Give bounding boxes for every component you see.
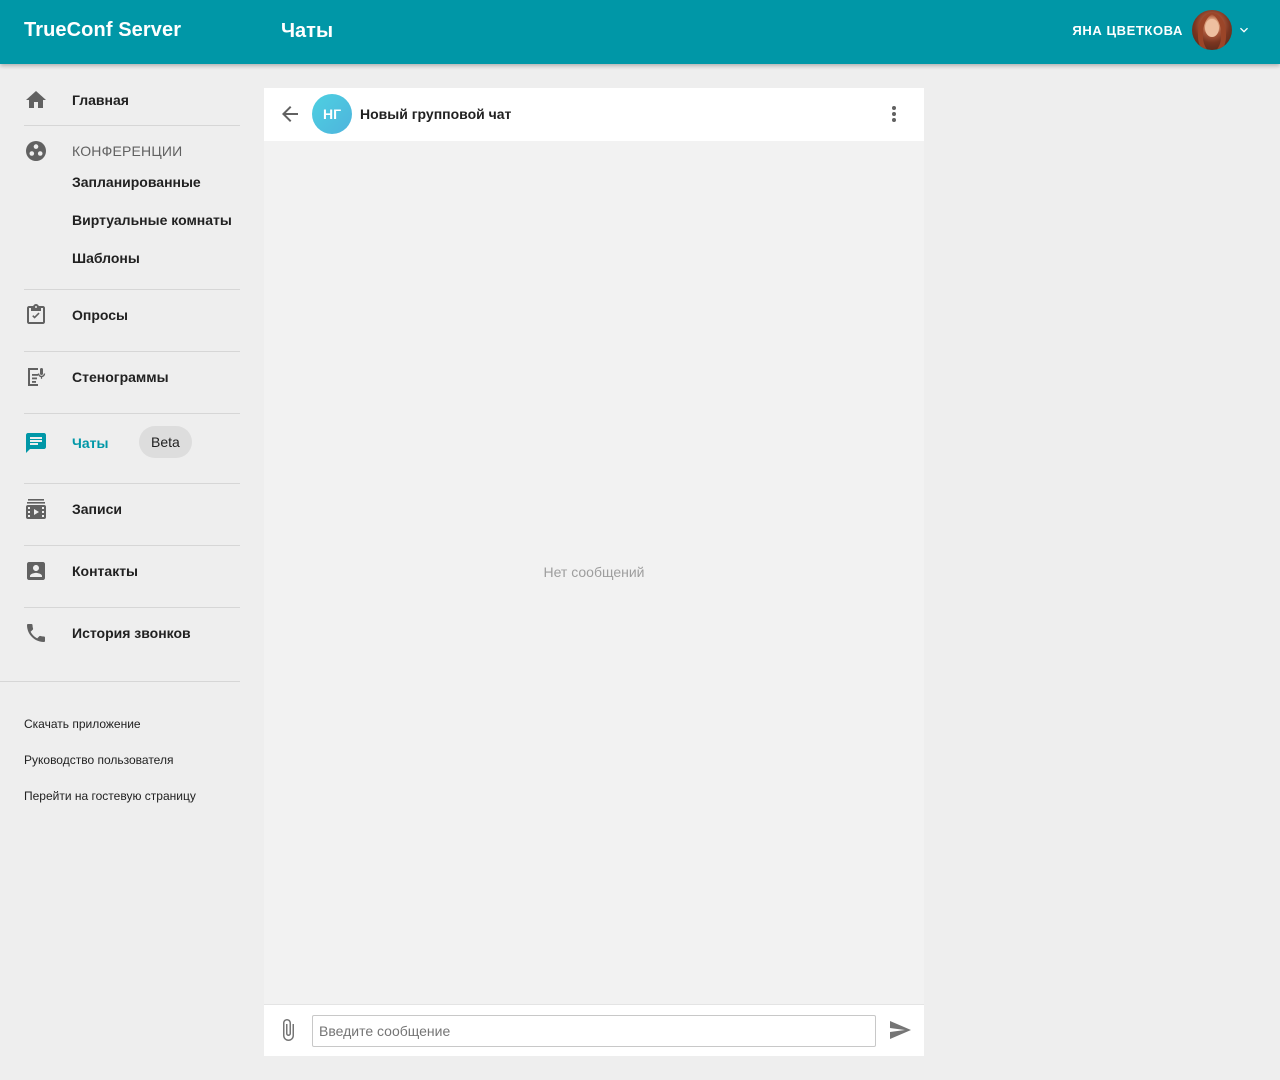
phone-icon [27, 624, 45, 642]
divider [24, 351, 240, 352]
user-guide-link[interactable]: Руководство пользователя [24, 753, 173, 767]
message-input[interactable] [312, 1015, 876, 1047]
guest-page-link[interactable]: Перейти на гостевую страницу [24, 789, 196, 803]
chat-icon [26, 433, 46, 453]
sidebar-item-label: Записи [72, 501, 123, 517]
sidebar-item-label: Контакты [72, 563, 139, 579]
sidebar-item-scheduled[interactable]: Запланированные [72, 174, 201, 190]
sidebar-item-polls[interactable]: Опросы [24, 295, 240, 335]
recordings-icon [26, 499, 46, 519]
user-avatar[interactable] [1192, 10, 1232, 50]
sidebar-item-home[interactable]: Главная [24, 80, 240, 120]
sidebar-item-transcripts[interactable]: Стенограммы [24, 357, 240, 397]
sidebar-item-templates[interactable]: Шаблоны [72, 250, 140, 266]
sidebar-item-contacts[interactable]: Контакты [24, 551, 240, 591]
chat-panel: НГ Новый групповой чат Нет сообщений [264, 88, 924, 1056]
divider [24, 289, 240, 290]
sidebar-item-virtual-rooms[interactable]: Виртуальные комнаты [72, 212, 232, 228]
send-icon[interactable] [888, 1018, 912, 1042]
divider [24, 607, 240, 608]
divider [24, 413, 240, 414]
more-vert-icon[interactable] [882, 102, 906, 126]
sidebar-item-chats[interactable]: Чаты Beta [24, 423, 240, 463]
chat-title: Новый групповой чат [360, 106, 512, 122]
chat-header: НГ Новый групповой чат [264, 88, 924, 141]
app-bar: TrueConf Server Чаты ЯНА ЦВЕТКОВА [0, 0, 1280, 64]
clipboard-check-icon [27, 304, 45, 324]
transcript-icon [28, 368, 46, 386]
chevron-down-icon[interactable] [1236, 22, 1252, 38]
avatar-hair [1198, 13, 1226, 50]
home-icon [26, 91, 46, 108]
divider [24, 125, 240, 126]
divider [24, 545, 240, 546]
sidebar-item-recordings[interactable]: Записи [24, 489, 240, 529]
sidebar-item-label: История звонков [72, 625, 191, 641]
back-arrow-icon[interactable] [278, 102, 302, 126]
sidebar-item-label: Чаты [72, 435, 109, 451]
sidebar-item-label: Опросы [72, 307, 129, 323]
divider [24, 483, 240, 484]
conferences-icon [26, 141, 46, 161]
chat-avatar: НГ [312, 94, 352, 134]
download-app-link[interactable]: Скачать приложение [24, 717, 141, 731]
user-name[interactable]: ЯНА ЦВЕТКОВА [1072, 23, 1183, 38]
conferences-section-label: КОНФЕРЕНЦИИ [72, 143, 183, 159]
app-title[interactable]: TrueConf Server [24, 19, 181, 42]
sidebar-item-call-history[interactable]: История звонков [24, 613, 240, 653]
empty-messages-text: Нет сообщений [543, 564, 645, 580]
beta-badge: Beta [139, 426, 192, 458]
divider [0, 681, 240, 682]
page-title: Чаты [281, 20, 334, 42]
message-composer [264, 1004, 924, 1056]
sidebar-item-label: Главная [72, 92, 129, 108]
sidebar-item-label: Стенограммы [72, 369, 169, 385]
attach-icon[interactable] [276, 1018, 300, 1042]
sidebar: Главная КОНФЕРЕНЦИИ Запланированные Вирт… [0, 64, 240, 1080]
contact-card-icon [27, 562, 45, 580]
